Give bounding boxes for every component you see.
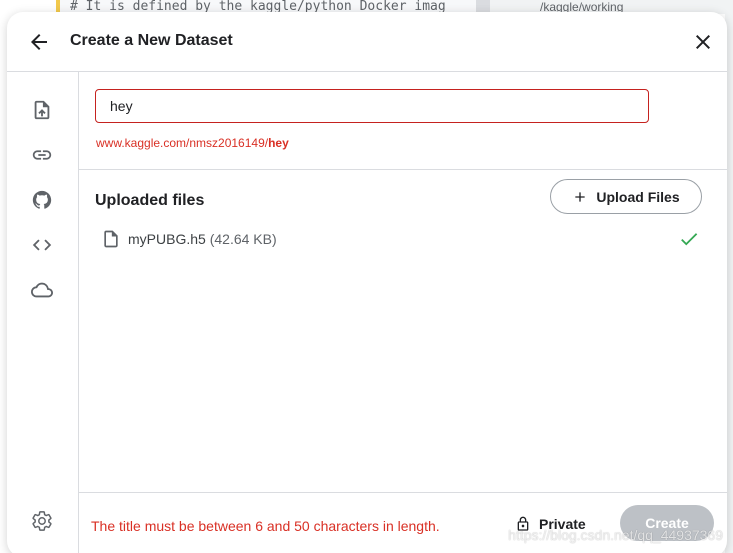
close-button[interactable] xyxy=(691,30,715,54)
upload-icon[interactable] xyxy=(31,99,53,121)
create-dataset-modal: Create a New Dataset hey www.kaggle.com/… xyxy=(7,12,727,553)
plus-icon xyxy=(575,191,586,202)
url-slug: hey xyxy=(268,136,289,150)
close-icon xyxy=(696,35,710,49)
file-icon xyxy=(104,230,118,248)
file-name: myPUBG.h5 xyxy=(128,231,206,247)
source-side-rail xyxy=(7,72,79,553)
section-divider xyxy=(79,169,727,170)
modal-footer: The title must be between 6 and 50 chara… xyxy=(79,492,727,553)
arrow-left-icon xyxy=(31,34,47,50)
upload-files-button[interactable]: Upload Files xyxy=(550,179,702,214)
uploaded-files-heading: Uploaded files xyxy=(95,192,205,209)
privacy-toggle[interactable]: Private xyxy=(515,512,586,536)
cloud-icon[interactable] xyxy=(31,279,53,301)
lock-icon xyxy=(517,516,529,531)
url-prefix: www.kaggle.com/nmsz2016149/ xyxy=(96,136,269,150)
link-icon[interactable] xyxy=(31,144,53,166)
title-error-message: The title must be between 6 and 50 chara… xyxy=(91,518,440,534)
dataset-title-input[interactable] xyxy=(95,89,649,123)
back-button[interactable] xyxy=(27,30,51,54)
create-button[interactable]: Create xyxy=(620,505,714,541)
file-list-item: myPUBG.h5 (42.64 KB) xyxy=(101,228,701,252)
modal-header: Create a New Dataset xyxy=(7,12,727,72)
dataset-form: www.kaggle.com/nmsz2016149/hey Uploaded … xyxy=(79,72,727,553)
upload-files-label: Upload Files xyxy=(596,188,680,205)
privacy-label: Private xyxy=(539,516,586,532)
github-icon[interactable] xyxy=(31,189,53,211)
dataset-url-preview: www.kaggle.com/nmsz2016149/hey xyxy=(96,136,289,150)
code-icon[interactable] xyxy=(31,234,53,256)
check-icon xyxy=(681,233,698,246)
modal-title: Create a New Dataset xyxy=(70,32,233,49)
file-name-text: myPUBG.h5 (42.64 KB) xyxy=(128,231,277,247)
settings-icon[interactable] xyxy=(31,510,53,532)
file-size: (42.64 KB) xyxy=(209,231,277,247)
